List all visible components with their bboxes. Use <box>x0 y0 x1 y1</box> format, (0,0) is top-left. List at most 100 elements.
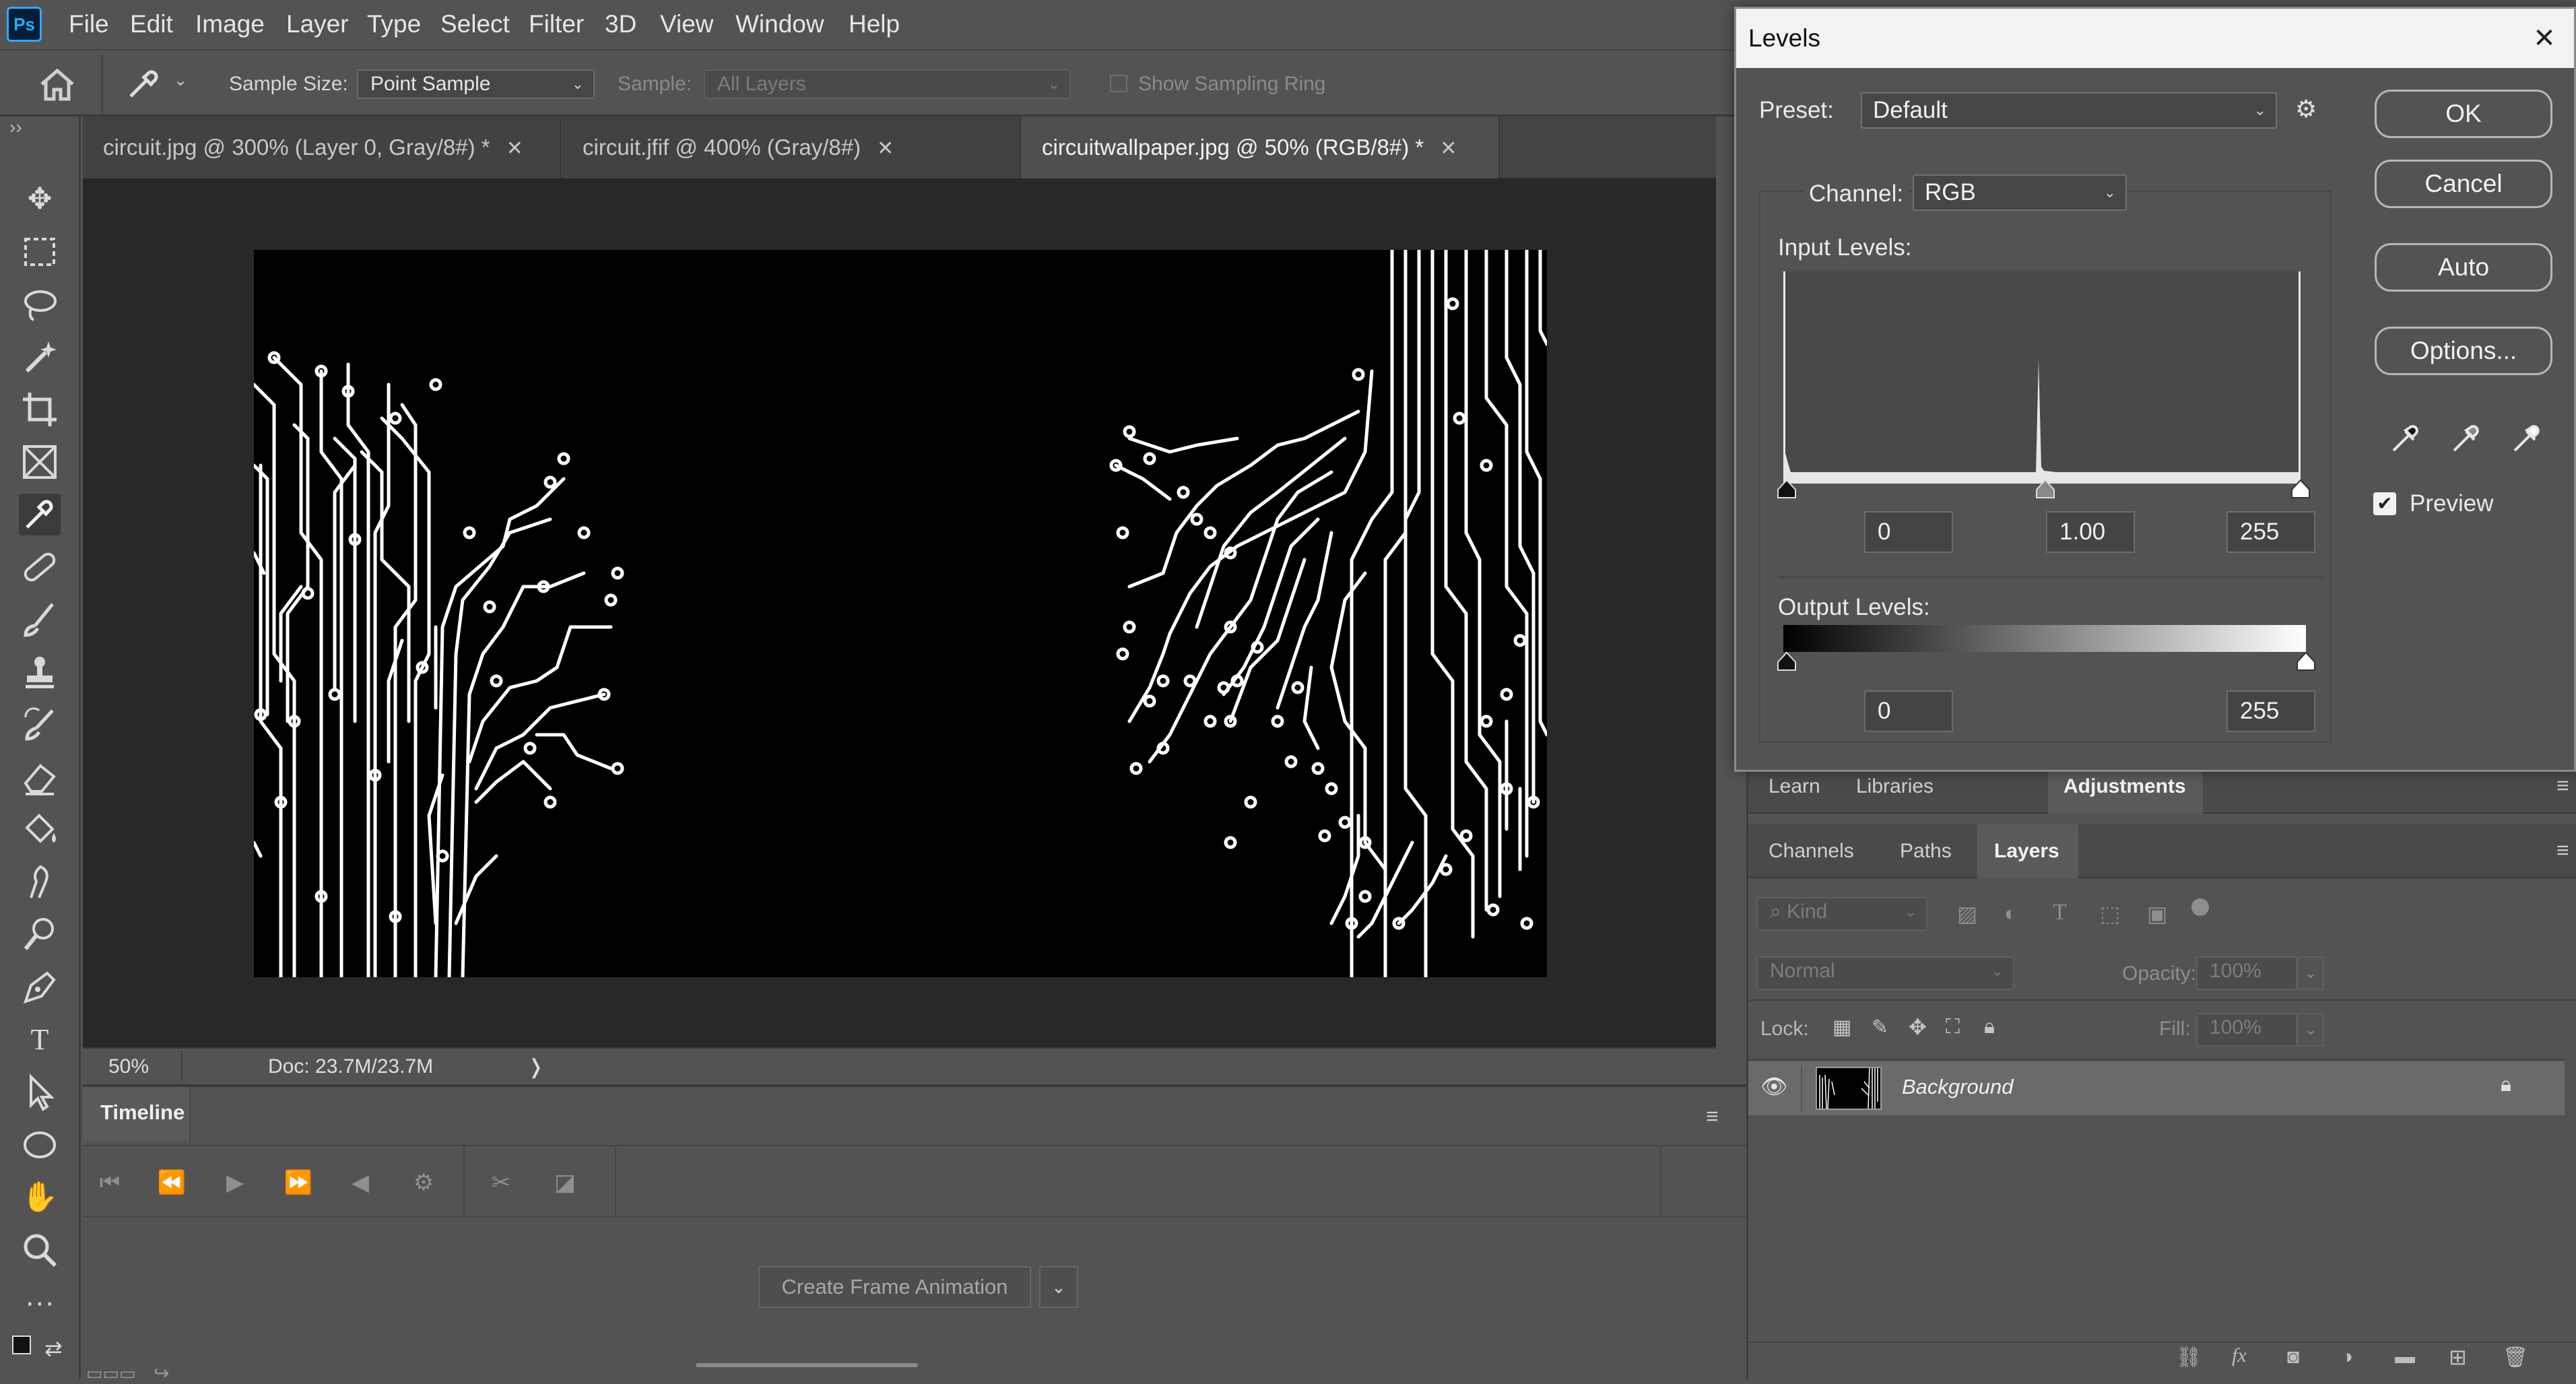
filter-toggle-icon[interactable] <box>2191 898 2209 916</box>
toolbar-collapse-icon[interactable]: ›› <box>9 117 22 138</box>
filter-kind-select[interactable]: ⌕ Kind ⌄ <box>1756 897 1927 931</box>
menu-select[interactable]: Select <box>440 7 510 42</box>
preset-select[interactable]: Default ⌄ <box>1861 92 2277 129</box>
auto-button[interactable]: Auto <box>2375 243 2552 292</box>
menu-view[interactable]: View <box>660 7 714 42</box>
lock-transparent-pixels-icon[interactable]: ▦ <box>1832 1016 1851 1039</box>
type-tool-icon[interactable]: T <box>19 1019 61 1061</box>
tab-learn[interactable]: Learn <box>1769 773 1820 800</box>
create-animation-chevron-down-icon[interactable]: ⌄ <box>1039 1266 1078 1308</box>
magic-wand-tool-icon[interactable] <box>19 336 61 378</box>
black-point-eyedropper-icon[interactable] <box>2387 418 2424 456</box>
brush-tool-icon[interactable] <box>19 599 61 640</box>
history-brush-tool-icon[interactable] <box>19 704 61 746</box>
healing-brush-tool-icon[interactable] <box>19 546 61 588</box>
swap-colors-icon[interactable]: ⇄ <box>44 1336 63 1361</box>
close-icon[interactable]: ✕ <box>877 137 894 160</box>
previous-frame-icon[interactable]: ⏪ <box>154 1162 189 1203</box>
filter-pixel-image-icon[interactable]: ▨ <box>1957 901 1984 928</box>
input-white-slider-handle[interactable] <box>2290 479 2311 499</box>
options-button[interactable]: Options... <box>2375 327 2552 375</box>
status-menu-arrow-icon[interactable]: ❭ <box>527 1055 544 1079</box>
audio-mute-icon[interactable]: ◀ <box>343 1162 378 1203</box>
lock-position-icon[interactable]: ✥ <box>1909 1014 1927 1040</box>
timeline-zoom-slider[interactable] <box>696 1363 918 1367</box>
layer-row-background[interactable]: 👁︎ Background 🔒︎ <box>1748 1061 2565 1115</box>
pen-tool-icon[interactable] <box>19 966 61 1008</box>
lock-artboard-icon[interactable]: ⛶ <box>1946 1016 1960 1039</box>
fill-chevron-down-icon[interactable]: ⌄ <box>2297 1013 2324 1047</box>
opacity-input[interactable]: 100% <box>2196 956 2297 990</box>
play-icon[interactable]: ▶ <box>218 1162 253 1203</box>
foreground-color-swatch[interactable] <box>12 1336 31 1354</box>
filter-adjustment-icon[interactable]: ◐ <box>2004 901 2031 928</box>
menu-type[interactable]: Type <box>367 7 421 42</box>
tab-circuitwallpaper-jpg[interactable]: circuitwallpaper.jpg @ 50% (RGB/8#) * ✕ <box>1022 117 1500 178</box>
document-canvas[interactable] <box>254 250 1547 977</box>
crop-tool-icon[interactable] <box>19 389 61 430</box>
more-tools-icon[interactable]: ··· <box>19 1282 61 1323</box>
fill-input[interactable]: 100% <box>2196 1013 2297 1047</box>
gray-point-eyedropper-icon[interactable] <box>2447 418 2485 456</box>
layer-lock-icon[interactable]: 🔒︎ <box>2501 1074 2511 1096</box>
menu-3d[interactable]: 3D <box>605 7 636 42</box>
lasso-tool-icon[interactable] <box>19 284 61 325</box>
home-icon[interactable] <box>34 65 81 103</box>
smudge-tool-icon[interactable] <box>19 861 61 903</box>
paint-bucket-tool-icon[interactable] <box>19 809 61 851</box>
tab-circuit-jfif[interactable]: circuit.jfif @ 400% (Gray/8#) ✕ <box>562 117 1020 178</box>
show-sampling-ring-checkbox[interactable] <box>1110 75 1127 92</box>
dodge-tool-icon[interactable] <box>19 914 61 956</box>
input-gamma-field[interactable]: 1.00 <box>2046 511 2135 553</box>
eyedropper-tool-icon[interactable] <box>19 494 61 535</box>
lock-image-pixels-brush-icon[interactable]: ✎ <box>1872 1016 1888 1039</box>
delete-layer-trash-icon[interactable]: 🗑︎ <box>2503 1346 2528 1369</box>
sample-size-select[interactable]: Point Sample ⌄ <box>357 69 595 99</box>
close-icon[interactable]: ✕ <box>506 137 523 160</box>
timeline-tab[interactable]: Timeline <box>83 1087 191 1141</box>
close-icon[interactable]: ✕ <box>2517 9 2571 68</box>
layer-name[interactable]: Background <box>1902 1075 2013 1099</box>
adjustment-layer-icon[interactable]: ◑ <box>2341 1346 2353 1369</box>
layers-panel-menu-icon[interactable]: ≡ <box>2556 838 2569 863</box>
close-icon[interactable]: ✕ <box>1440 137 1457 160</box>
filter-smart-object-icon[interactable]: ▣ <box>2147 901 2174 928</box>
path-selection-tool-icon[interactable] <box>19 1072 61 1113</box>
white-point-eyedropper-icon[interactable] <box>2508 418 2546 456</box>
opacity-chevron-down-icon[interactable]: ⌄ <box>2297 956 2324 990</box>
hand-tool-icon[interactable]: ✋ <box>19 1177 61 1218</box>
timeline-settings-gear-icon[interactable]: ⚙ <box>406 1162 441 1203</box>
menu-file[interactable]: File <box>69 7 109 42</box>
filter-type-icon[interactable]: T <box>2053 900 2080 927</box>
tab-paths[interactable]: Paths <box>1900 838 1952 865</box>
timeline-menu-icon[interactable]: ≡ <box>1706 1104 1719 1129</box>
preset-options-gear-icon[interactable]: ⚙ <box>2295 95 2317 123</box>
channel-select[interactable]: RGB ⌄ <box>1913 174 2127 211</box>
visibility-eye-icon[interactable]: 👁︎ <box>1760 1074 1788 1099</box>
tab-channels[interactable]: Channels <box>1769 838 1854 865</box>
ellipse-tool-icon[interactable] <box>19 1124 61 1166</box>
create-frame-animation-button[interactable]: Create Frame Animation <box>758 1266 1031 1308</box>
move-tool-icon[interactable]: ✥ <box>19 178 61 220</box>
sample-select[interactable]: All Layers ⌄ <box>704 69 1071 99</box>
tab-libraries[interactable]: Libraries <box>1856 773 1934 800</box>
input-black-field[interactable]: 0 <box>1864 511 1953 553</box>
transition-icon[interactable]: ◪ <box>548 1162 583 1203</box>
tab-circuit-jpg[interactable]: circuit.jpg @ 300% (Layer 0, Gray/8#) * ✕ <box>83 117 561 178</box>
input-white-field[interactable]: 255 <box>2226 511 2315 553</box>
menu-help[interactable]: Help <box>849 7 900 42</box>
add-mask-icon[interactable]: ◙ <box>2287 1346 2299 1369</box>
first-frame-icon[interactable]: ⏮ <box>92 1162 127 1203</box>
menu-layer[interactable]: Layer <box>286 7 349 42</box>
filter-shape-icon[interactable]: ⬚ <box>2100 901 2127 928</box>
convert-arrow-icon[interactable]: ↪ <box>154 1362 169 1384</box>
menu-edit[interactable]: Edit <box>130 7 173 42</box>
marquee-tool-icon[interactable] <box>19 231 61 273</box>
split-at-playhead-scissors-icon[interactable]: ✂ <box>484 1162 519 1203</box>
tool-preset-chevron-down-icon[interactable]: ⌄ <box>174 71 194 98</box>
zoom-level[interactable]: 50% <box>108 1055 149 1078</box>
menu-filter[interactable]: Filter <box>529 7 584 42</box>
output-white-field[interactable]: 255 <box>2226 690 2315 732</box>
tab-layers[interactable]: Layers <box>1994 838 2059 865</box>
new-layer-icon[interactable]: ⊞ <box>2449 1344 2467 1370</box>
